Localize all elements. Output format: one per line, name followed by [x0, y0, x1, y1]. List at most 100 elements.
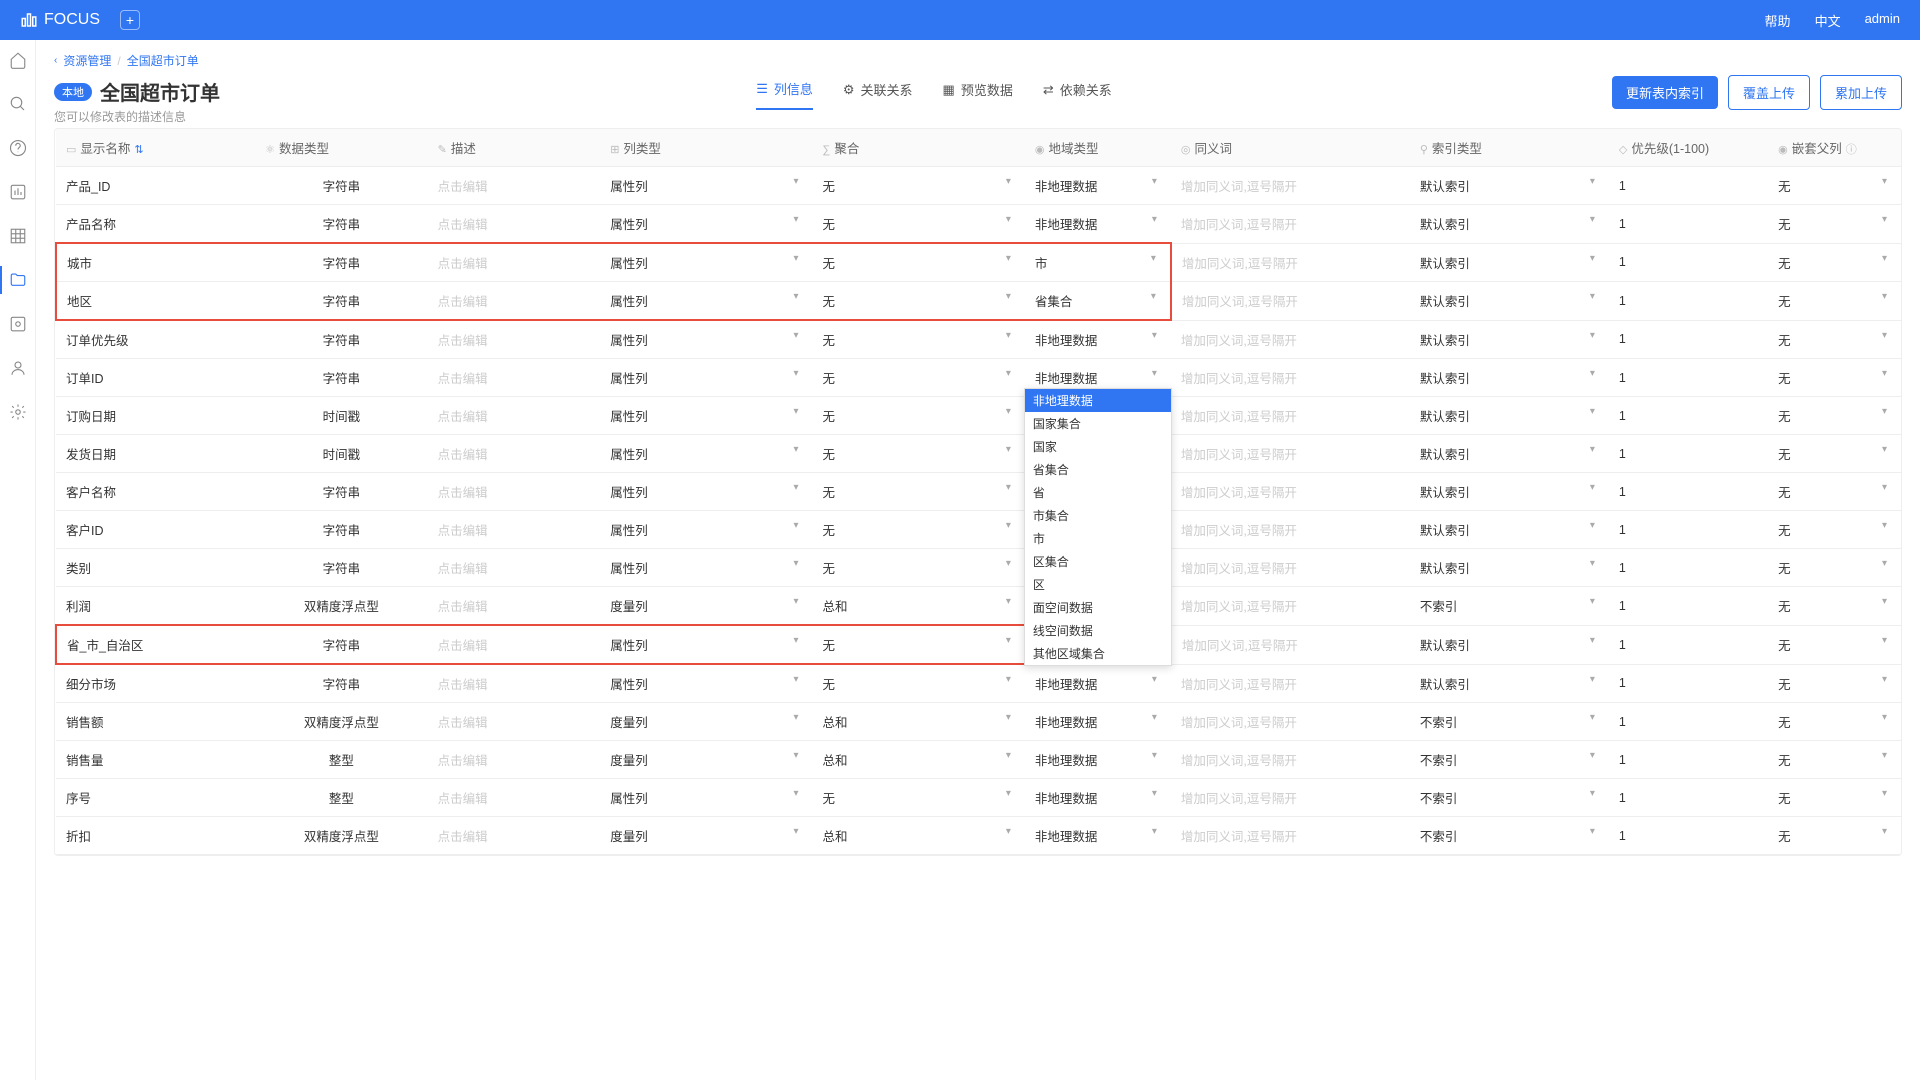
- geo-option[interactable]: 其他区域集合: [1025, 642, 1171, 665]
- back-icon[interactable]: ‹: [54, 55, 57, 66]
- col-type-cell[interactable]: 度量列▾: [600, 817, 812, 855]
- synonym-cell[interactable]: 增加同义词,逗号隔开: [1171, 779, 1410, 817]
- geo-type-cell[interactable]: 非地理数据▾非地理数据国家集合国家省集合省市集合市区集合区面空间数据线空间数据其…: [1025, 359, 1171, 397]
- geo-option[interactable]: 区集合: [1025, 550, 1171, 573]
- geo-type-cell[interactable]: 非地理数据▾: [1025, 817, 1171, 855]
- desc-cell[interactable]: 点击编辑: [428, 587, 601, 626]
- agg-cell[interactable]: 无▾: [813, 549, 1025, 587]
- desc-cell[interactable]: 点击编辑: [428, 511, 601, 549]
- nest-cell[interactable]: 无▾: [1768, 282, 1901, 321]
- synonym-cell[interactable]: 增加同义词,逗号隔开: [1171, 205, 1410, 244]
- display-name-cell[interactable]: 城市: [56, 243, 255, 282]
- nest-cell[interactable]: 无▾: [1768, 511, 1901, 549]
- desc-cell[interactable]: 点击编辑: [428, 741, 601, 779]
- index-type-cell[interactable]: 默认索引▾: [1410, 397, 1609, 435]
- index-type-cell[interactable]: 默认索引▾: [1410, 320, 1609, 359]
- agg-cell[interactable]: 总和▾: [813, 703, 1025, 741]
- index-type-cell[interactable]: 默认索引▾: [1410, 625, 1609, 664]
- index-type-cell[interactable]: 默认索引▾: [1410, 167, 1609, 205]
- index-type-cell[interactable]: 不索引▾: [1410, 817, 1609, 855]
- synonym-cell[interactable]: 增加同义词,逗号隔开: [1171, 625, 1410, 664]
- synonym-cell[interactable]: 增加同义词,逗号隔开: [1171, 511, 1410, 549]
- question-icon[interactable]: [8, 138, 28, 158]
- synonym-cell[interactable]: 增加同义词,逗号隔开: [1171, 397, 1410, 435]
- index-type-cell[interactable]: 默认索引▾: [1410, 473, 1609, 511]
- desc-cell[interactable]: 点击编辑: [428, 359, 601, 397]
- agg-cell[interactable]: 总和▾: [813, 587, 1025, 626]
- settings-gear-icon[interactable]: [8, 314, 28, 334]
- geo-type-cell[interactable]: 非地理数据▾: [1025, 205, 1171, 244]
- desc-cell[interactable]: 点击编辑: [428, 473, 601, 511]
- geo-option[interactable]: 线空间数据: [1025, 619, 1171, 642]
- priority-cell[interactable]: 1: [1609, 587, 1768, 626]
- col-type-cell[interactable]: 属性列▾: [600, 320, 812, 359]
- agg-cell[interactable]: 无▾: [813, 205, 1025, 244]
- nest-cell[interactable]: 无▾: [1768, 320, 1901, 359]
- col-type-cell[interactable]: 属性列▾: [600, 435, 812, 473]
- synonym-cell[interactable]: 增加同义词,逗号隔开: [1171, 435, 1410, 473]
- desc-cell[interactable]: 点击编辑: [428, 664, 601, 703]
- agg-cell[interactable]: 无▾: [813, 511, 1025, 549]
- display-name-cell[interactable]: 客户名称: [56, 473, 255, 511]
- priority-cell[interactable]: 1: [1609, 625, 1768, 664]
- index-type-cell[interactable]: 不索引▾: [1410, 703, 1609, 741]
- nest-cell[interactable]: 无▾: [1768, 167, 1901, 205]
- nest-cell[interactable]: 无▾: [1768, 397, 1901, 435]
- col-type-cell[interactable]: 属性列▾: [600, 243, 812, 282]
- agg-cell[interactable]: 总和▾: [813, 817, 1025, 855]
- synonym-cell[interactable]: 增加同义词,逗号隔开: [1171, 473, 1410, 511]
- nest-cell[interactable]: 无▾: [1768, 205, 1901, 244]
- priority-cell[interactable]: 1: [1609, 473, 1768, 511]
- geo-option[interactable]: 面空间数据: [1025, 596, 1171, 619]
- display-name-cell[interactable]: 省_市_自治区: [56, 625, 255, 664]
- col-type-cell[interactable]: 属性列▾: [600, 664, 812, 703]
- index-type-cell[interactable]: 默认索引▾: [1410, 549, 1609, 587]
- tab-relations[interactable]: ⚙ 关联关系: [843, 79, 913, 110]
- geo-option[interactable]: 市: [1025, 527, 1171, 550]
- desc-cell[interactable]: 点击编辑: [428, 282, 601, 321]
- desc-cell[interactable]: 点击编辑: [428, 817, 601, 855]
- geo-option[interactable]: 国家集合: [1025, 412, 1171, 435]
- grid-icon[interactable]: [8, 226, 28, 246]
- desc-cell[interactable]: 点击编辑: [428, 549, 601, 587]
- col-type-cell[interactable]: 属性列▾: [600, 359, 812, 397]
- nest-cell[interactable]: 无▾: [1768, 664, 1901, 703]
- nest-cell[interactable]: 无▾: [1768, 359, 1901, 397]
- col-type-cell[interactable]: 度量列▾: [600, 741, 812, 779]
- geo-type-cell[interactable]: 非地理数据▾: [1025, 703, 1171, 741]
- priority-cell[interactable]: 1: [1609, 703, 1768, 741]
- synonym-cell[interactable]: 增加同义词,逗号隔开: [1171, 817, 1410, 855]
- index-type-cell[interactable]: 不索引▾: [1410, 779, 1609, 817]
- display-name-cell[interactable]: 产品_ID: [56, 167, 255, 205]
- geo-option[interactable]: 省集合: [1025, 458, 1171, 481]
- priority-cell[interactable]: 1: [1609, 549, 1768, 587]
- agg-cell[interactable]: 无▾: [813, 282, 1025, 321]
- priority-cell[interactable]: 1: [1609, 779, 1768, 817]
- col-type-cell[interactable]: 属性列▾: [600, 282, 812, 321]
- display-name-cell[interactable]: 地区: [56, 282, 255, 321]
- col-type-cell[interactable]: 属性列▾: [600, 779, 812, 817]
- display-name-cell[interactable]: 销售量: [56, 741, 255, 779]
- agg-cell[interactable]: 无▾: [813, 664, 1025, 703]
- info-icon[interactable]: ⓘ: [1846, 144, 1857, 156]
- desc-cell[interactable]: 点击编辑: [428, 625, 601, 664]
- desc-cell[interactable]: 点击编辑: [428, 779, 601, 817]
- new-button[interactable]: +: [120, 10, 140, 30]
- geo-type-cell[interactable]: 非地理数据▾: [1025, 320, 1171, 359]
- geo-type-cell[interactable]: 市▾: [1025, 243, 1171, 282]
- display-name-cell[interactable]: 利润: [56, 587, 255, 626]
- display-name-cell[interactable]: 类别: [56, 549, 255, 587]
- geo-type-cell[interactable]: 非地理数据▾: [1025, 779, 1171, 817]
- agg-cell[interactable]: 无▾: [813, 243, 1025, 282]
- append-button[interactable]: 累加上传: [1820, 75, 1902, 110]
- search-icon[interactable]: [8, 94, 28, 114]
- sort-icon[interactable]: ⇅: [134, 144, 143, 156]
- index-type-cell[interactable]: 不索引▾: [1410, 741, 1609, 779]
- nest-cell[interactable]: 无▾: [1768, 703, 1901, 741]
- nest-cell[interactable]: 无▾: [1768, 587, 1901, 626]
- display-name-cell[interactable]: 订单优先级: [56, 320, 255, 359]
- user-icon[interactable]: [8, 358, 28, 378]
- index-type-cell[interactable]: 默认索引▾: [1410, 243, 1609, 282]
- display-name-cell[interactable]: 折扣: [56, 817, 255, 855]
- desc-cell[interactable]: 点击编辑: [428, 205, 601, 244]
